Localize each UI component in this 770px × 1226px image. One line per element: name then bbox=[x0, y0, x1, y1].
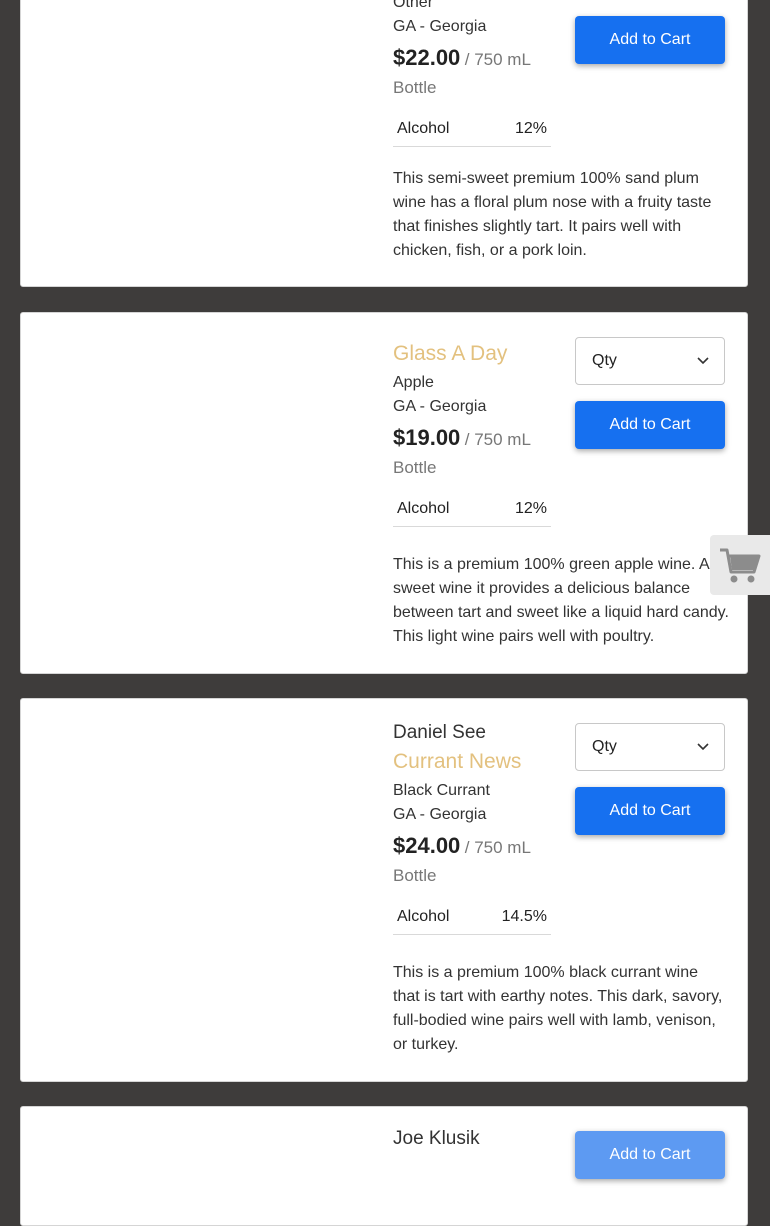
product-region: GA - Georgia bbox=[393, 18, 487, 35]
qty-placeholder: Qty bbox=[592, 352, 617, 369]
bottle-label: Bottle bbox=[393, 78, 437, 97]
product-region: GA - Georgia bbox=[393, 398, 487, 415]
chevron-down-icon bbox=[697, 743, 709, 751]
product-region: GA - Georgia bbox=[393, 806, 487, 823]
product-info: Glass A Day Apple GA - Georgia $19.00 / … bbox=[393, 341, 553, 527]
product-info: Joe Klusik bbox=[393, 1127, 553, 1151]
product-winery: Joe Klusik bbox=[393, 1128, 480, 1149]
alcohol-label: Alcohol bbox=[397, 119, 450, 137]
product-price: $19.00 bbox=[393, 425, 461, 450]
shopping-cart-icon bbox=[720, 548, 761, 583]
floating-cart-button[interactable] bbox=[710, 535, 770, 595]
product-fruit: Black Currant bbox=[393, 782, 490, 799]
price-unit: / 750 mL bbox=[464, 838, 531, 857]
bottle-label: Bottle bbox=[393, 866, 437, 885]
alcohol-row: Alcohol 12% bbox=[393, 111, 551, 147]
alcohol-row: Alcohol 14.5% bbox=[393, 899, 551, 935]
alcohol-row: Alcohol 12% bbox=[393, 491, 551, 527]
qty-placeholder: Qty bbox=[592, 738, 617, 755]
price-row: $19.00 / 750 mL bbox=[393, 425, 553, 455]
product-description: This is a premium 100% green apple wine.… bbox=[393, 556, 729, 645]
product-description: This is a premium 100% black currant win… bbox=[393, 964, 723, 1053]
alcohol-value: 12% bbox=[514, 499, 547, 517]
product-title[interactable]: Currant News bbox=[393, 749, 553, 779]
add-to-cart-button[interactable]: Add to Cart bbox=[575, 787, 725, 835]
product-title[interactable]: Glass A Day bbox=[393, 341, 553, 371]
price-row: $24.00 / 750 mL bbox=[393, 833, 553, 863]
product-fruit: Apple bbox=[393, 374, 434, 391]
alcohol-value: 12% bbox=[514, 119, 547, 137]
product-info: Daniel See Currant News Black Currant GA… bbox=[393, 721, 553, 935]
product-price: $22.00 bbox=[393, 45, 461, 70]
price-unit: / 750 mL bbox=[464, 430, 531, 449]
product-winery: Daniel See bbox=[393, 722, 486, 743]
qty-select[interactable]: Qty bbox=[575, 723, 725, 771]
alcohol-label: Alcohol bbox=[397, 499, 450, 517]
product-card: Glass A Day Apple GA - Georgia $19.00 / … bbox=[20, 312, 748, 674]
price-unit: / 750 mL bbox=[464, 50, 531, 69]
product-card: Other GA - Georgia $22.00 / 750 mL Bottl… bbox=[20, 0, 748, 287]
product-info: Other GA - Georgia $22.00 / 750 mL Bottl… bbox=[393, 0, 553, 147]
product-card: Joe Klusik Add to Cart bbox=[20, 1106, 748, 1226]
price-row: $22.00 / 750 mL bbox=[393, 45, 553, 75]
add-to-cart-button[interactable]: Add to Cart bbox=[575, 1131, 725, 1179]
product-winery: Other bbox=[393, 0, 434, 11]
chevron-down-icon bbox=[697, 357, 709, 365]
add-to-cart-button[interactable]: Add to Cart bbox=[575, 401, 725, 449]
qty-select[interactable]: Qty bbox=[575, 337, 725, 385]
alcohol-value: 14.5% bbox=[501, 907, 547, 925]
alcohol-label: Alcohol bbox=[397, 907, 450, 925]
product-price: $24.00 bbox=[393, 833, 461, 858]
add-to-cart-button[interactable]: Add to Cart bbox=[575, 16, 725, 64]
product-card: Daniel See Currant News Black Currant GA… bbox=[20, 698, 748, 1082]
product-description: This semi-sweet premium 100% sand plum w… bbox=[393, 170, 712, 259]
bottle-label: Bottle bbox=[393, 458, 437, 477]
